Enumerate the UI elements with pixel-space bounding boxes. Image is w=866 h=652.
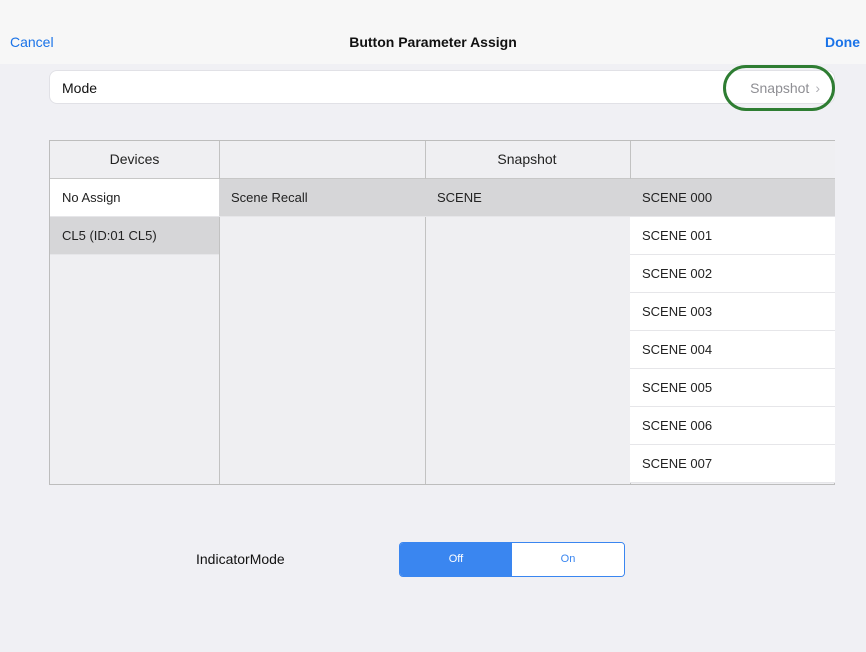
- mode-value: Snapshot: [750, 80, 810, 96]
- indicator-on-option[interactable]: On: [512, 543, 624, 576]
- page-title: Button Parameter Assign: [349, 34, 517, 50]
- scene-column: SCENE 000 SCENE 001 SCENE 002 SCENE 003 SCEN…: [630, 141, 835, 484]
- type-row-scene[interactable]: SCENE: [425, 179, 630, 217]
- navigation-bar: Cancel Button Parameter Assign Done: [0, 0, 866, 64]
- devices-column: No Assign CL5 (ID:01 CL5): [50, 141, 220, 484]
- device-row[interactable]: CL5 (ID:01 CL5): [50, 217, 219, 255]
- mode-row[interactable]: Mode Snapshot ›: [49, 70, 835, 104]
- scene-row[interactable]: SCENE 004: [630, 331, 835, 369]
- device-row[interactable]: No Assign: [50, 179, 219, 217]
- indicator-off-option[interactable]: Off: [400, 543, 512, 576]
- scene-row[interactable]: SCENE 006: [630, 407, 835, 445]
- done-button[interactable]: Done: [825, 34, 860, 50]
- indicator-mode-segmented-control[interactable]: Off On: [399, 542, 625, 577]
- scene-row[interactable]: SCENE 002: [630, 255, 835, 293]
- scene-row[interactable]: SCENE 005: [630, 369, 835, 407]
- type-column: SCENE: [425, 141, 631, 484]
- chevron-right-icon: ›: [815, 80, 820, 96]
- scene-row[interactable]: SCENE 001: [630, 217, 835, 255]
- mode-label: Mode: [62, 80, 98, 96]
- mode-value-button[interactable]: Snapshot ›: [750, 80, 820, 96]
- scene-row[interactable]: SCENE 003: [630, 293, 835, 331]
- assignment-table: Devices Snapshot No Assign CL5 (ID:01 CL5…: [49, 140, 835, 485]
- indicator-mode-label: IndicatorMode: [196, 551, 285, 567]
- category-column: Scene Recall: [219, 141, 426, 484]
- scene-row[interactable]: SCENE 000: [630, 179, 835, 217]
- category-row-scene-recall[interactable]: Scene Recall: [219, 179, 425, 217]
- scene-row[interactable]: SCENE 007: [630, 445, 835, 483]
